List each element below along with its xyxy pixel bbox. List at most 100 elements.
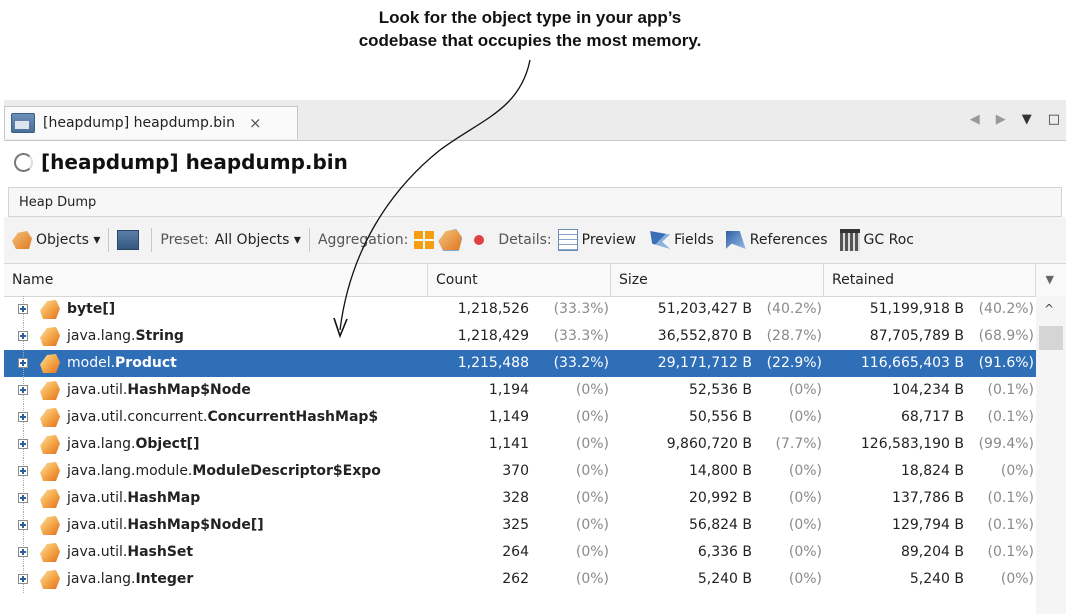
expand-icon[interactable] — [18, 439, 28, 449]
toolbar-separator — [108, 228, 110, 252]
class-name: java.lang.module.ModuleDescriptor$Expo — [67, 458, 381, 485]
count-percent: (33.2%) — [553, 355, 609, 371]
package-name: java.util.concurrent. — [67, 409, 208, 425]
column-header-count[interactable]: Count — [428, 264, 611, 296]
vertical-scrollbar[interactable]: ^ — [1036, 296, 1066, 614]
size-value: 29,171,712 B — [657, 355, 752, 371]
expand-icon[interactable] — [18, 520, 28, 530]
cell-name: java.lang.Object[] — [4, 431, 428, 458]
class-name: java.util.HashSet — [67, 539, 193, 566]
details-label: Details: — [498, 232, 552, 248]
table-row[interactable]: java.util.HashSet 264 (0%) 6,336 B (0%) 89,20… — [4, 539, 1036, 566]
page-title: [heapdump] heapdump.bin — [41, 150, 348, 174]
references-button[interactable]: References — [750, 232, 828, 248]
tab-heap-dump[interactable]: Heap Dump — [8, 187, 1062, 217]
retained-value: 68,717 B — [900, 409, 964, 425]
count-value: 1,218,526 — [457, 301, 529, 317]
package-name: java.lang. — [67, 436, 136, 452]
class-simple-name: String — [135, 328, 184, 344]
aggregation-packages-button[interactable] — [414, 231, 435, 249]
cell-name: model.Product — [4, 350, 428, 377]
cell-name: java.util.HashMap$Node[] — [4, 512, 428, 539]
expand-icon[interactable] — [18, 385, 28, 395]
class-icon — [40, 570, 60, 589]
tab-menu-icon[interactable]: ▼ — [1022, 112, 1032, 127]
size-percent: (0%) — [788, 409, 822, 425]
cell-count: 328 (0%) — [428, 485, 611, 512]
retained-value: 89,204 B — [900, 544, 964, 560]
package-name: java.lang.module. — [67, 463, 193, 479]
cell-count: 1,218,429 (33.3%) — [428, 323, 611, 350]
expand-icon[interactable] — [18, 412, 28, 422]
count-percent: (0%) — [575, 436, 609, 452]
table-row[interactable]: java.util.concurrent.ConcurrentHashMap$ 1… — [4, 404, 1036, 431]
table-row[interactable]: model.Product 1,215,488 (33.2%) 29,171,712 … — [4, 350, 1036, 377]
count-percent: (0%) — [575, 571, 609, 587]
aggregation-instances-button[interactable] — [474, 235, 485, 245]
references-icon — [725, 231, 746, 249]
column-header-retained[interactable]: Retained — [824, 264, 1036, 296]
column-header-size[interactable]: Size — [611, 264, 824, 296]
cell-name: java.util.concurrent.ConcurrentHashMap$ — [4, 404, 428, 431]
expand-icon[interactable] — [18, 304, 28, 314]
cell-size: 29,171,712 B (22.9%) — [611, 350, 824, 377]
size-percent: (0%) — [788, 382, 822, 398]
table-row[interactable]: java.util.HashMap$Node 1,194 (0%) 52,536 B (… — [4, 377, 1036, 404]
gc-roots-button[interactable]: GC Roc — [864, 232, 914, 248]
cell-retained: 126,583,190 B (99.4%) — [824, 431, 1036, 458]
cell-name: java.util.HashMap$Node — [4, 377, 428, 404]
table-row[interactable]: java.lang.Object[] 1,141 (0%) 9,860,720 B (7… — [4, 431, 1036, 458]
compute-retained-button[interactable] — [117, 230, 140, 250]
column-chooser-icon[interactable]: ▼ — [1046, 264, 1054, 296]
retained-percent: (68.9%) — [978, 328, 1034, 344]
class-name: java.util.HashMap$Node[] — [67, 512, 264, 539]
heapdump-file-icon — [11, 113, 35, 133]
class-simple-name: byte[] — [67, 301, 116, 317]
class-icon — [40, 381, 60, 400]
gc-roots-icon — [839, 229, 860, 251]
retained-percent: (0%) — [1000, 463, 1034, 479]
table-row[interactable]: java.lang.String 1,218,429 (33.3%) 36,552,8… — [4, 323, 1036, 350]
table-row[interactable]: java.lang.module.ModuleDescriptor$Expo 37… — [4, 458, 1036, 485]
cell-size: 36,552,870 B (28.7%) — [611, 323, 824, 350]
preset-dropdown[interactable]: All Objects ▾ — [215, 232, 301, 248]
class-icon — [40, 300, 60, 319]
expand-icon[interactable] — [18, 331, 28, 341]
size-percent: (40.2%) — [766, 301, 822, 317]
size-percent: (7.7%) — [775, 436, 823, 452]
retained-percent: (0%) — [1000, 571, 1034, 587]
column-header-name[interactable]: Name — [4, 264, 428, 296]
expand-icon[interactable] — [18, 358, 28, 368]
tab-heapdump[interactable]: [heapdump] heapdump.bin × — [4, 106, 298, 139]
retained-percent: (91.6%) — [978, 355, 1034, 371]
expand-icon[interactable] — [18, 547, 28, 557]
table-row[interactable]: java.lang.Integer 262 (0%) 5,240 B (0%) 5,240… — [4, 566, 1036, 593]
scroll-thumb[interactable] — [1039, 326, 1063, 350]
cell-retained: 116,665,403 B (91.6%) — [824, 350, 1036, 377]
expand-icon[interactable] — [18, 493, 28, 503]
cell-count: 1,215,488 (33.2%) — [428, 350, 611, 377]
fields-button[interactable]: Fields — [674, 232, 714, 248]
table-row[interactable]: byte[] 1,218,526 (33.3%) 51,203,427 B (40.2%… — [4, 296, 1036, 323]
table-row[interactable]: java.util.HashMap 328 (0%) 20,992 B (0%) 137,… — [4, 485, 1036, 512]
objects-dropdown[interactable]: Objects ▾ — [36, 232, 100, 248]
scroll-tabs-right-icon[interactable]: ▶ — [996, 112, 1006, 127]
retained-percent: (99.4%) — [978, 436, 1034, 452]
expand-icon[interactable] — [18, 574, 28, 584]
retained-value: 5,240 B — [909, 571, 964, 587]
size-percent: (22.9%) — [766, 355, 822, 371]
maximize-icon[interactable]: □ — [1048, 112, 1060, 127]
cell-count: 1,218,526 (33.3%) — [428, 296, 611, 323]
scroll-tabs-left-icon[interactable]: ◀ — [970, 112, 980, 127]
cell-retained: 104,234 B (0.1%) — [824, 377, 1036, 404]
callout-annotation: Look for the object type in your app’s c… — [260, 6, 800, 52]
preview-button[interactable]: Preview — [582, 232, 637, 248]
table-row[interactable]: java.util.HashMap$Node[] 325 (0%) 56,824 B (… — [4, 512, 1036, 539]
class-icon — [40, 543, 60, 562]
expand-icon[interactable] — [18, 466, 28, 476]
class-icon — [40, 462, 60, 481]
aggregation-classes-button[interactable] — [438, 229, 463, 251]
scroll-up-icon[interactable]: ^ — [1044, 302, 1054, 316]
retained-percent: (0.1%) — [987, 517, 1035, 533]
tab-close-icon[interactable]: × — [249, 114, 262, 132]
